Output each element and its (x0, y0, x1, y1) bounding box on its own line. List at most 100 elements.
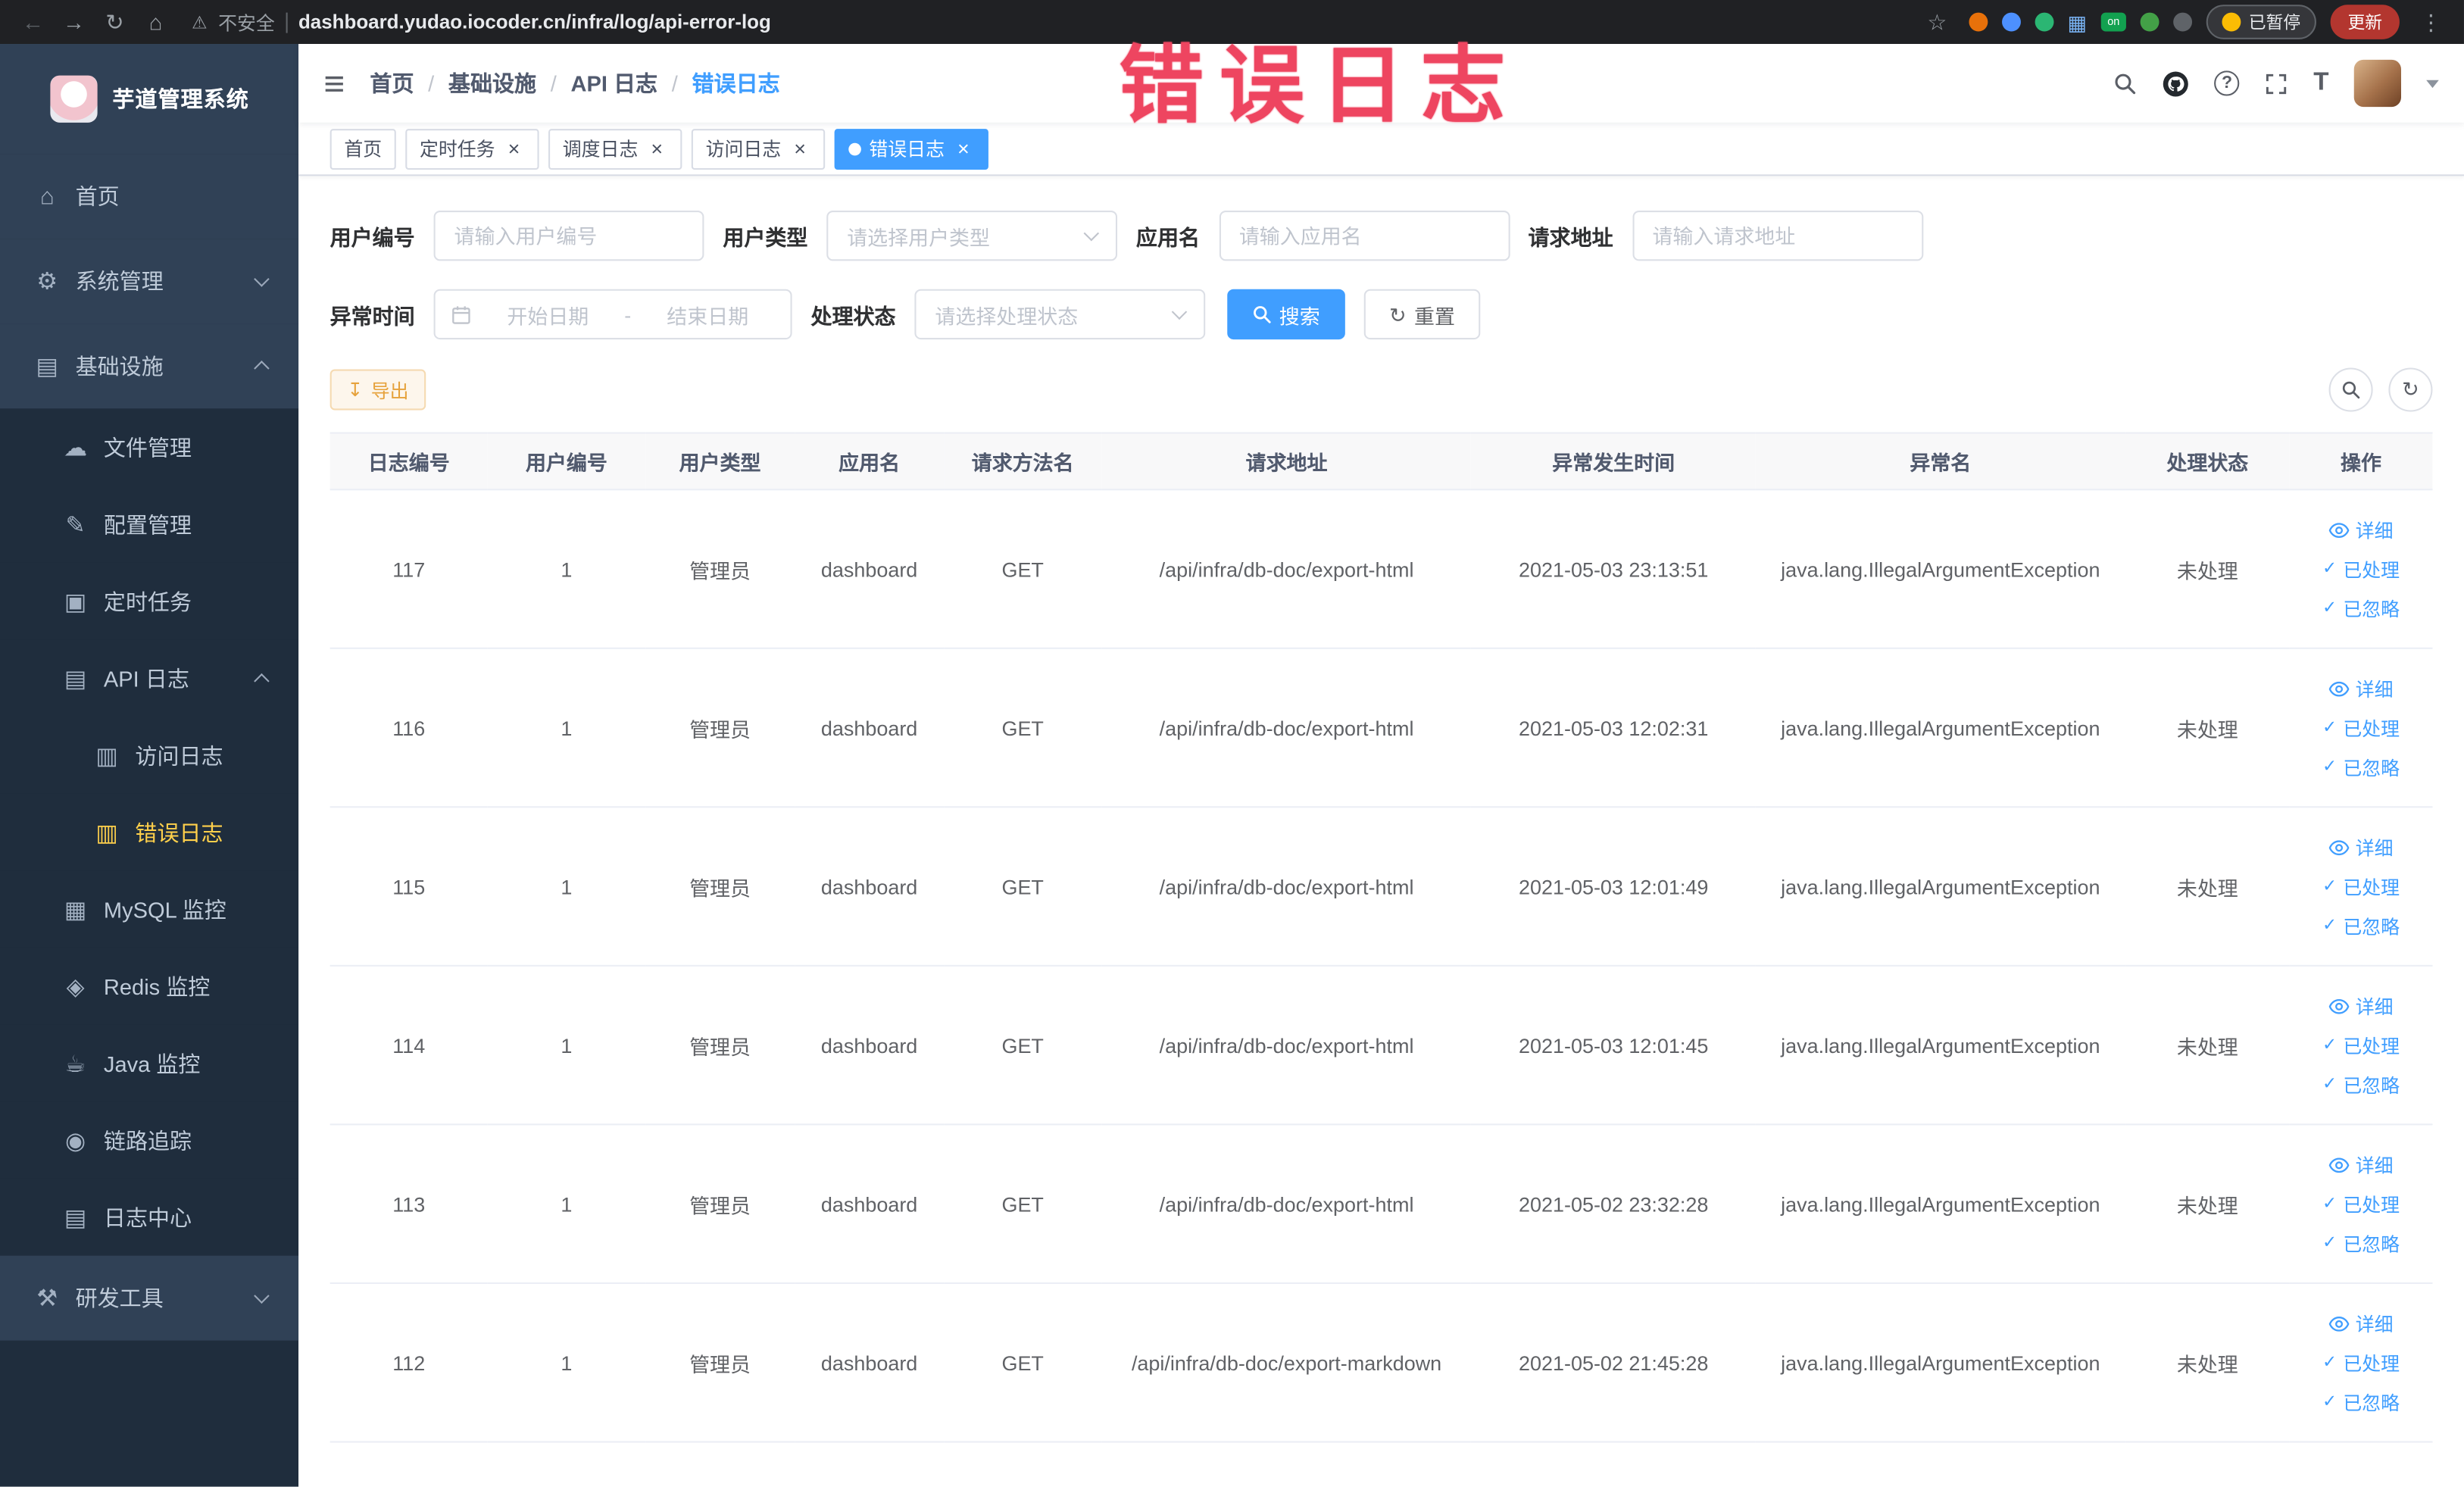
sidebar-item-scheduled-jobs[interactable]: ▣ 定时任务 (0, 562, 299, 640)
reset-button-label: 重置 (1413, 304, 1455, 328)
close-icon[interactable]: × (503, 138, 525, 160)
detail-link[interactable]: 详细 (2297, 986, 2425, 1026)
user-id-label: 用户编号 (329, 226, 415, 250)
check-icon: ✓ (2322, 1392, 2338, 1410)
extension-grid-icon[interactable]: ▦ (2068, 12, 2088, 33)
start-date-placeholder: 开始日期 (507, 304, 589, 328)
infra-submenu: ☁ 文件管理 ✎ 配置管理 ▣ 定时任务 ▤ API 日志 ▥ 访问日志 ▥ 错… (0, 408, 299, 1256)
extension-on-badge[interactable]: on (2100, 12, 2126, 32)
process-status-select[interactable]: 请选择处理状态 (914, 289, 1206, 340)
close-icon[interactable]: × (952, 138, 974, 160)
user-avatar[interactable] (2353, 59, 2401, 108)
check-icon: ✓ (2322, 876, 2338, 895)
cell-user-type: 管理员 (645, 965, 795, 1126)
tab-dispatch-log[interactable]: 调度日志 × (548, 128, 682, 170)
sidebar-item-redis-monitor[interactable]: ◈ Redis 监控 (0, 947, 299, 1025)
mark-ignored-link[interactable]: ✓ 已忽略 (2297, 906, 2425, 945)
breadcrumb-item-api-log[interactable]: API 日志 (571, 67, 658, 98)
cell-app-name: dashboard (795, 965, 945, 1126)
tab-label: 调度日志 (562, 138, 639, 161)
toggle-search-button[interactable] (2328, 367, 2373, 412)
reset-button[interactable]: ↻ 重置 (1363, 289, 1481, 340)
detail-link[interactable]: 详细 (2297, 1304, 2425, 1343)
mark-ignored-link[interactable]: ✓ 已忽略 (2297, 1065, 2425, 1104)
cell-process-status: 未处理 (2125, 648, 2290, 808)
sidebar-item-api-log[interactable]: ▤ API 日志 (0, 639, 299, 717)
mark-processed-link[interactable]: ✓ 已处理 (2297, 1343, 2425, 1382)
breadcrumb-item-infra[interactable]: 基础设施 (448, 67, 536, 98)
sidebar-item-file-management[interactable]: ☁ 文件管理 (0, 408, 299, 486)
back-icon[interactable]: ← (16, 11, 51, 33)
sidebar-item-system[interactable]: ⚙ 系统管理 (0, 239, 299, 324)
cell-user-type: 管理员 (645, 648, 795, 808)
help-icon[interactable]: ? (2214, 70, 2240, 96)
tab-scheduled-jobs[interactable]: 定时任务 × (405, 128, 539, 170)
search-icon[interactable] (2114, 71, 2138, 95)
sidebar-item-error-log[interactable]: ▥ 错误日志 (0, 793, 299, 871)
sidebar-item-access-log[interactable]: ▥ 访问日志 (0, 717, 299, 794)
extension-icon[interactable] (1968, 12, 1988, 32)
font-size-icon[interactable]: T (2313, 70, 2328, 95)
mark-processed-link[interactable]: ✓ 已处理 (2297, 549, 2425, 589)
cell-log-id: 114 (329, 965, 488, 1126)
mark-ignored-link[interactable]: ✓ 已忽略 (2297, 1223, 2425, 1263)
mark-processed-link[interactable]: ✓ 已处理 (2297, 708, 2425, 748)
sidebar-item-home[interactable]: ⌂ 首页 (0, 154, 299, 239)
breadcrumb-item-home[interactable]: 首页 (370, 67, 414, 98)
hamburger-icon[interactable]: ≡ (323, 64, 345, 102)
cell-actions: 详细 ✓ 已处理 ✓ 已忽略 (2289, 1124, 2433, 1284)
app-logo-area[interactable]: 芋道管理系统 (0, 44, 299, 155)
mark-ignored-link[interactable]: ✓ 已忽略 (2297, 1382, 2425, 1422)
sidebar-item-config-management[interactable]: ✎ 配置管理 (0, 486, 299, 563)
address-bar[interactable]: ⚠ 不安全 dashboard.yudao.iocoder.cn/infra/l… (192, 8, 1913, 35)
detail-link[interactable]: 详细 (2297, 669, 2425, 708)
sidebar-item-java-monitor[interactable]: ☕ Java 监控 (0, 1024, 299, 1102)
mark-ignored-link[interactable]: ✓ 已忽略 (2297, 747, 2425, 786)
cell-app-name: dashboard (795, 807, 945, 967)
mark-processed-link[interactable]: ✓ 已处理 (2297, 1026, 2425, 1065)
sidebar-item-mysql-monitor[interactable]: ▦ MySQL 监控 (0, 870, 299, 948)
close-icon[interactable]: × (789, 138, 811, 160)
browser-menu-icon[interactable]: ⋮ (2414, 11, 2449, 33)
mark-processed-link[interactable]: ✓ 已处理 (2297, 1184, 2425, 1223)
tab-home[interactable]: 首页 (329, 128, 396, 170)
detail-link[interactable]: 详细 (2297, 1145, 2425, 1184)
export-button[interactable]: ↧ 导出 (329, 369, 426, 411)
github-icon[interactable] (2163, 70, 2189, 96)
mark-ignored-link[interactable]: ✓ 已忽略 (2297, 589, 2425, 628)
top-navbar: ≡ 首页 / 基础设施 / API 日志 / 错误日志 ? T (298, 44, 2464, 123)
close-icon[interactable]: × (646, 138, 668, 160)
request-url-input[interactable] (1632, 210, 1923, 261)
sidebar-item-log-center[interactable]: ▤ 日志中心 (0, 1178, 299, 1256)
user-id-input[interactable] (433, 210, 704, 261)
forward-icon[interactable]: → (57, 11, 92, 33)
extension-icon[interactable] (2140, 12, 2160, 32)
sidebar-item-link-tracing[interactable]: ◉ 链路追踪 (0, 1101, 299, 1179)
mark-processed-link[interactable]: ✓ 已处理 (2297, 867, 2425, 906)
tab-access-log[interactable]: 访问日志 × (691, 128, 826, 170)
table-row: 112 1 管理员 dashboard GET /api/infra/db-do… (329, 1282, 2433, 1443)
detail-link[interactable]: 详细 (2297, 510, 2425, 549)
fullscreen-icon[interactable] (2265, 71, 2288, 95)
extension-icon[interactable] (2001, 12, 2021, 32)
detail-link[interactable]: 详细 (2297, 827, 2425, 867)
app-name-input[interactable] (1218, 210, 1510, 261)
search-button[interactable]: 搜索 (1227, 289, 1345, 340)
sidebar-item-dev-tools[interactable]: ⚒ 研发工具 (0, 1255, 299, 1341)
extension-icon[interactable] (2034, 12, 2053, 32)
url-text[interactable]: dashboard.yudao.iocoder.cn/infra/log/api… (298, 11, 771, 33)
cell-user-id: 1 (487, 648, 646, 808)
reload-icon[interactable]: ↻ (98, 11, 133, 33)
bookmark-star-icon[interactable]: ☆ (1920, 11, 1955, 33)
user-type-select[interactable]: 请选择用户类型 (826, 210, 1118, 261)
refresh-button[interactable]: ↻ (2388, 367, 2433, 412)
tags-view-bar: 首页 定时任务 × 调度日志 × 访问日志 × 错误日志 × (298, 122, 2464, 177)
caret-down-icon[interactable] (2426, 79, 2439, 88)
extensions-puzzle-icon[interactable] (2173, 12, 2193, 32)
update-button[interactable]: 更新 (2330, 5, 2400, 39)
tab-error-log[interactable]: 错误日志 × (834, 128, 989, 170)
sidebar-item-infra[interactable]: ▤ 基础设施 (0, 323, 299, 409)
paused-badge[interactable]: 已暂停 (2206, 5, 2316, 39)
exception-time-range-picker[interactable]: 开始日期 - 结束日期 (433, 289, 792, 340)
browser-home-icon[interactable]: ⌂ (139, 11, 173, 33)
